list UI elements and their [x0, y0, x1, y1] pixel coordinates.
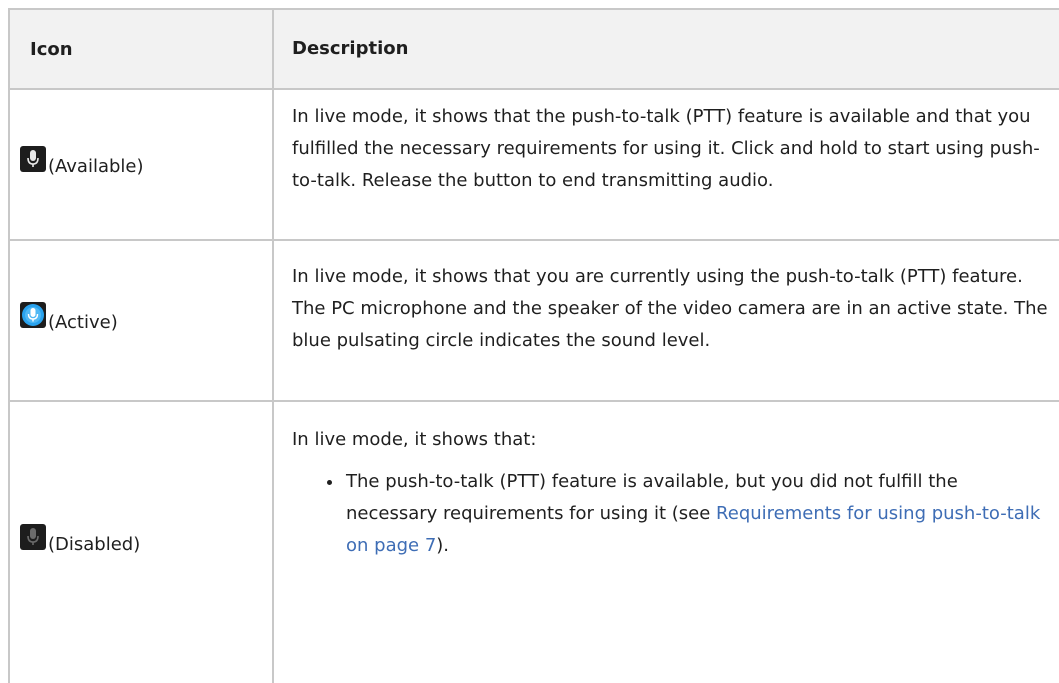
description-cell: In live mode, it shows that the push-to-… — [292, 106, 1040, 191]
icon-label: (Active) — [48, 312, 118, 333]
description-intro: In live mode, it shows that: — [292, 429, 537, 450]
table-row: (Disabled) In live mode, it shows that: … — [8, 402, 1059, 683]
microphone-available-icon[interactable] — [20, 145, 46, 172]
microphone-active-icon[interactable] — [20, 301, 46, 328]
table-header-row: Icon Description — [8, 8, 1059, 90]
icon-cell: (Active) — [8, 241, 274, 400]
table-row: (Active) In live mode, it shows that you… — [8, 241, 1059, 402]
icon-cell: (Available) — [8, 90, 274, 239]
icon-column-header: Icon — [8, 10, 274, 88]
list-item: The push-to-talk (PTT) feature is availa… — [344, 466, 1049, 562]
icon-cell: (Disabled) — [8, 402, 274, 683]
description-cell: In live mode, it shows that: The push-to… — [274, 402, 1059, 683]
icon-description-table: Icon Description (Available) In live mod… — [8, 8, 1059, 683]
requirements-list: The push-to-talk (PTT) feature is availa… — [292, 466, 1049, 562]
description-cell: In live mode, it shows that you are curr… — [292, 266, 1048, 351]
table-row: (Available) In live mode, it shows that … — [8, 90, 1059, 241]
description-column-header: Description — [292, 38, 409, 59]
microphone-disabled-icon — [20, 523, 46, 550]
icon-label: (Disabled) — [48, 534, 141, 555]
bullet-end: ). — [436, 535, 450, 556]
icon-label: (Available) — [48, 156, 144, 177]
